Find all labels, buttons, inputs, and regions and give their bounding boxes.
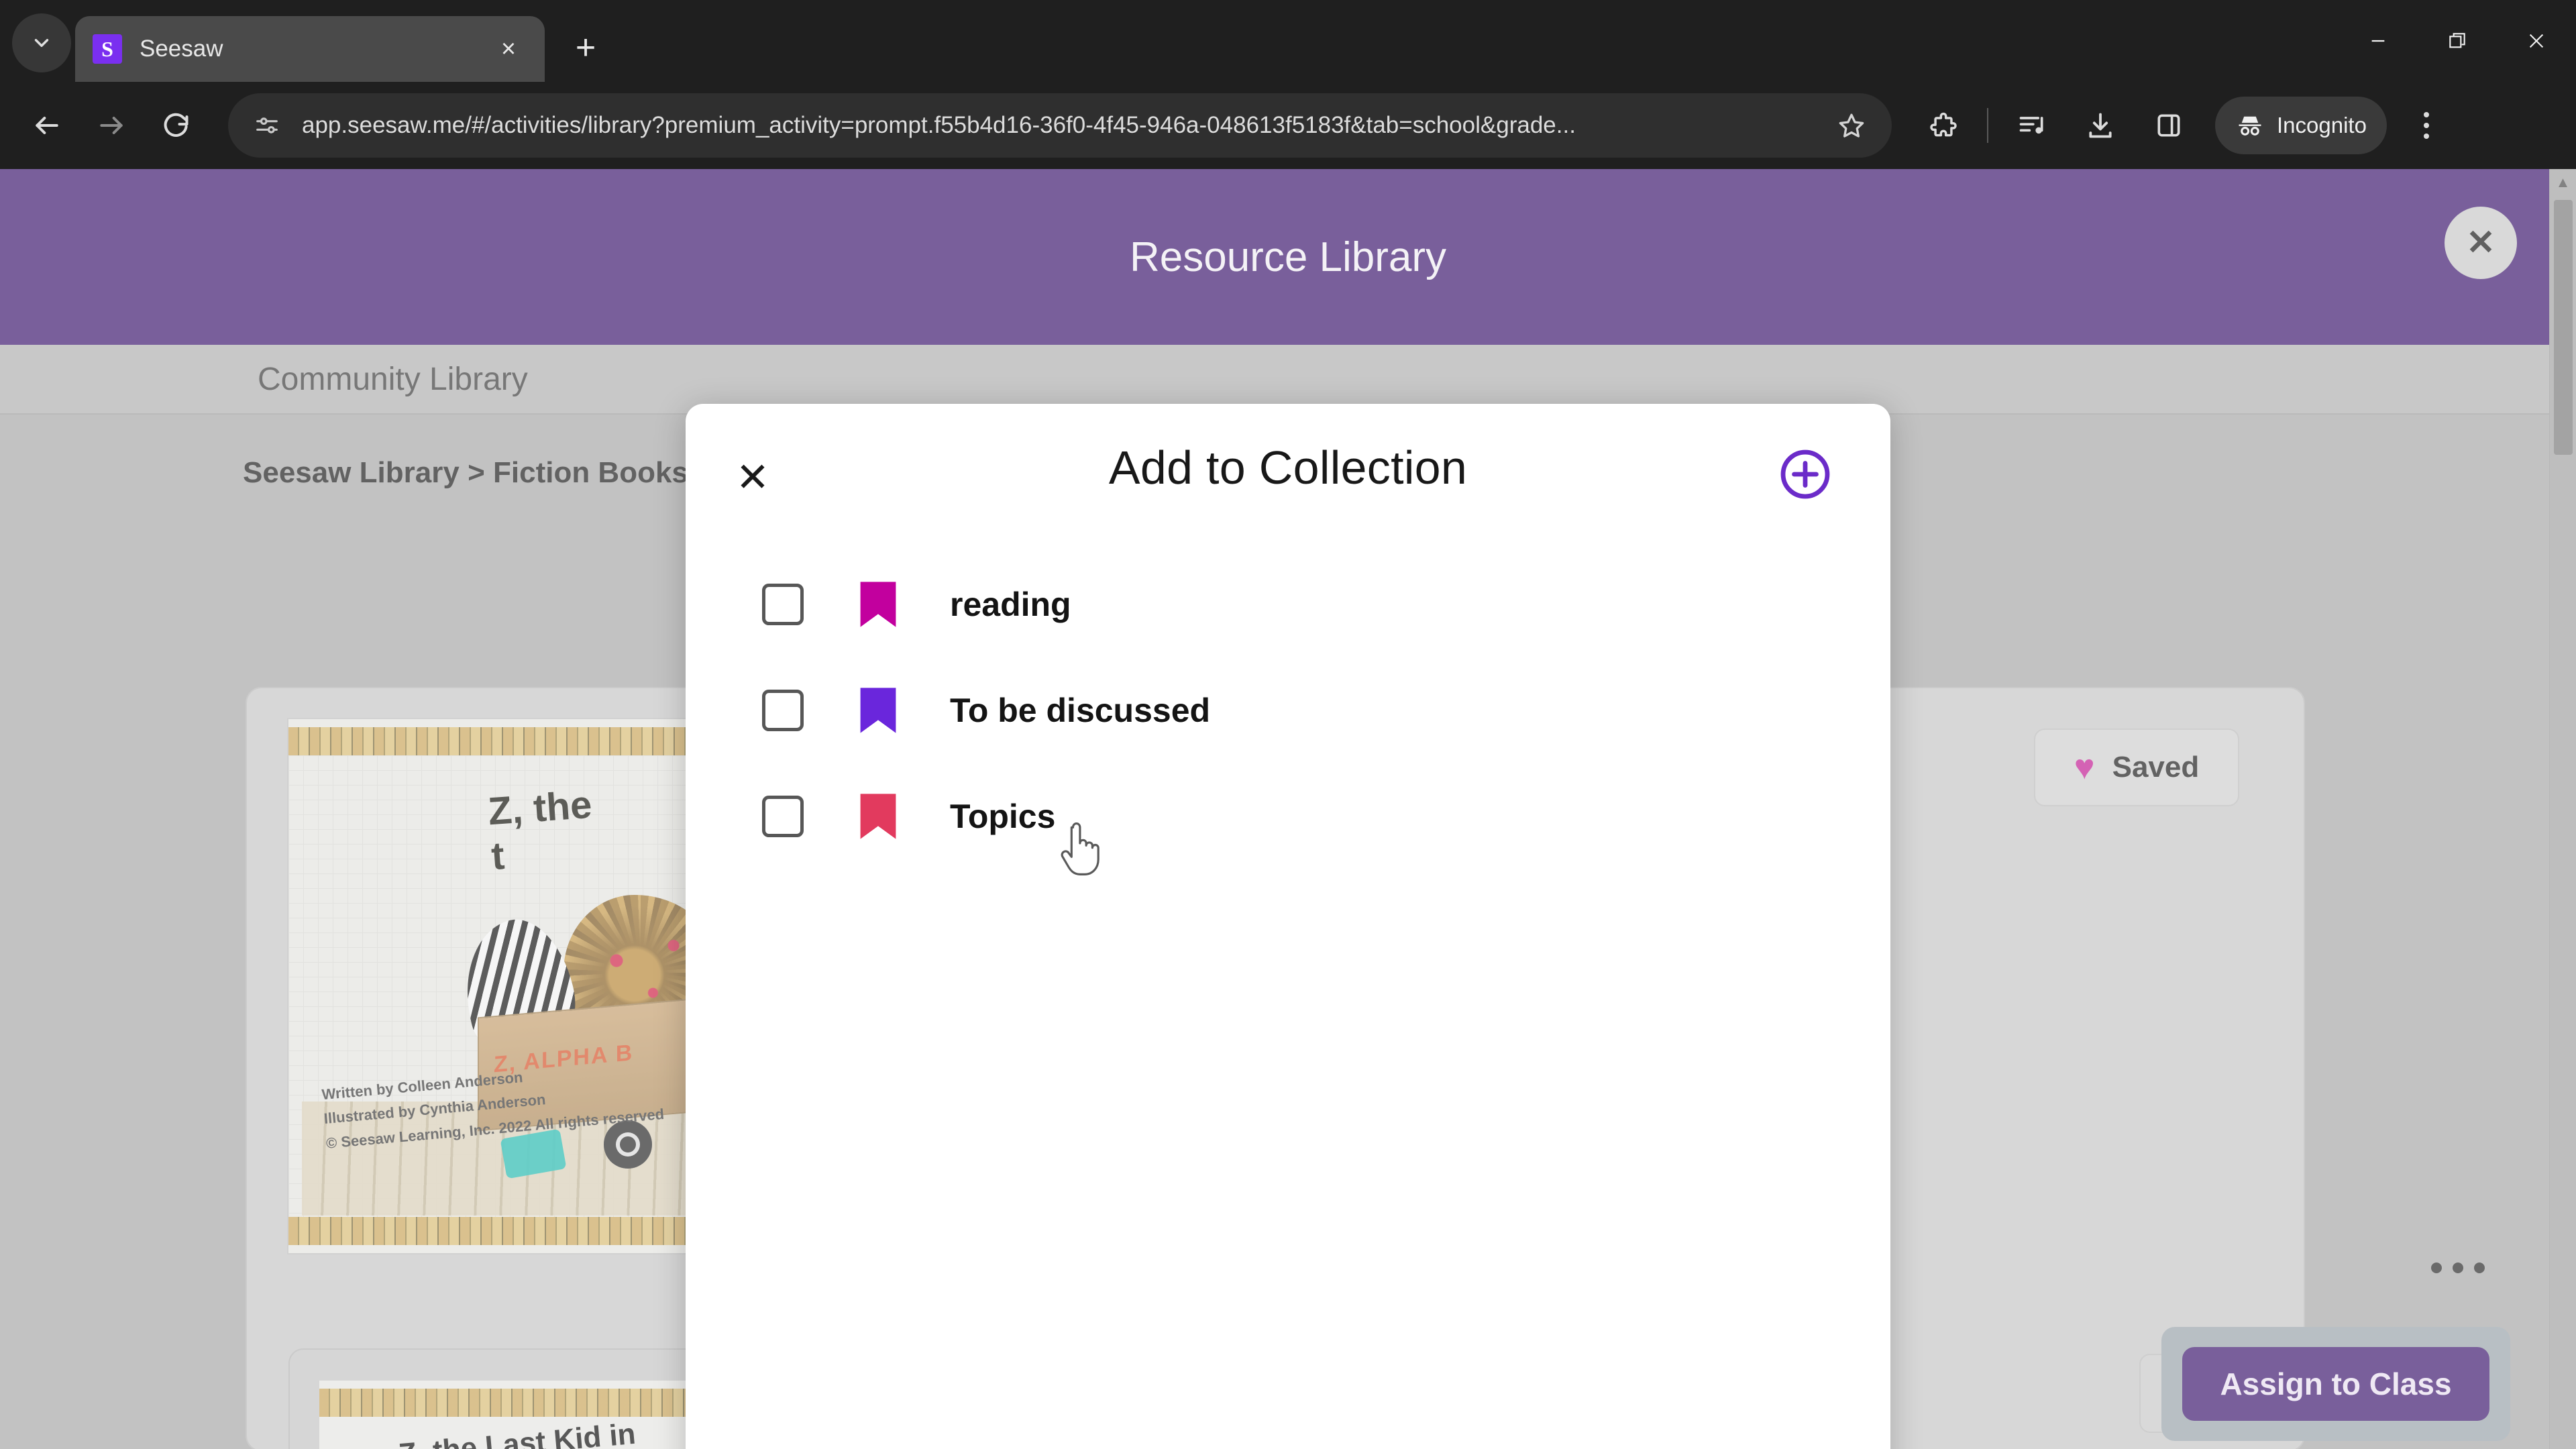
- menu-dot: [2423, 123, 2429, 128]
- modal-close-button[interactable]: ✕: [727, 452, 778, 503]
- incognito-icon: [2239, 116, 2261, 136]
- browser-tab-seesaw[interactable]: S Seesaw ×: [75, 16, 545, 82]
- tune-icon: [256, 117, 278, 133]
- collection-row-topics[interactable]: Topics: [686, 763, 1890, 869]
- bookmark-icon: [859, 686, 898, 735]
- bookmark-glyph: [860, 688, 896, 733]
- seesaw-app: Resource Library ✕ Community Library See…: [0, 169, 2576, 1449]
- downloads-button[interactable]: [2072, 97, 2129, 154]
- browser-menu-button[interactable]: [2398, 97, 2455, 154]
- checkbox-unchecked-icon[interactable]: [762, 584, 804, 625]
- minimize-icon: [2371, 40, 2385, 42]
- site-settings-button[interactable]: [250, 108, 284, 143]
- browser-toolbar: app.seesaw.me/#/activities/library?premi…: [0, 82, 2576, 169]
- menu-dot: [2423, 133, 2429, 139]
- bookmark-icon: [859, 580, 898, 629]
- menu-dot: [2423, 112, 2429, 117]
- incognito-label: Incognito: [2277, 113, 2367, 138]
- add-collection-button[interactable]: [1776, 445, 1834, 503]
- close-window-button[interactable]: [2497, 0, 2576, 82]
- tab-search-button[interactable]: [12, 13, 71, 72]
- profile-incognito-button[interactable]: Incognito: [2215, 97, 2387, 154]
- bookmark-glyph: [860, 582, 896, 627]
- url-text[interactable]: app.seesaw.me/#/activities/library?premi…: [302, 112, 1833, 139]
- forward-button[interactable]: [79, 93, 144, 158]
- collection-row-reading[interactable]: reading: [686, 551, 1890, 657]
- maximize-icon: [2449, 33, 2465, 48]
- extensions-button[interactable]: [1915, 97, 1972, 154]
- checkbox-unchecked-icon[interactable]: [762, 690, 804, 731]
- reload-icon: [164, 113, 189, 137]
- bookmark-icon: [859, 792, 898, 841]
- collection-list: reading To be discussed Topics: [686, 531, 1890, 869]
- tab-strip: S Seesaw × +: [0, 0, 2576, 82]
- extensions-icon: [1930, 112, 1957, 137]
- star-icon: [1839, 113, 1864, 138]
- modal-title: Add to Collection: [1108, 441, 1468, 494]
- bookmark-button[interactable]: [1833, 107, 1870, 144]
- chevron-down-icon: [34, 39, 49, 47]
- seesaw-favicon: S: [93, 34, 122, 64]
- arrow-left-icon: [36, 116, 58, 135]
- toolbar-divider: [1987, 108, 1988, 143]
- minimize-button[interactable]: [2339, 0, 2418, 82]
- maximize-button[interactable]: [2418, 0, 2497, 82]
- tab-close-button[interactable]: ×: [490, 30, 527, 68]
- side-panel-button[interactable]: [2140, 97, 2198, 154]
- new-tab-button[interactable]: +: [559, 21, 612, 74]
- media-control-icon: [2019, 117, 2043, 134]
- reload-button[interactable]: [144, 93, 208, 158]
- collection-row-to-be-discussed[interactable]: To be discussed: [686, 657, 1890, 763]
- window-controls: [2339, 0, 2576, 82]
- browser-window: S Seesaw × + app.seesaw.me/#/activities/…: [0, 0, 2576, 1449]
- checkbox-unchecked-icon[interactable]: [762, 796, 804, 837]
- modal-header: ✕ Add to Collection: [686, 404, 1890, 531]
- page-viewport: Resource Library ✕ Community Library See…: [0, 169, 2576, 1449]
- tab-title: Seesaw: [140, 36, 223, 62]
- download-icon: [2089, 113, 2112, 138]
- collection-label: To be discussed: [950, 692, 1211, 729]
- bookmark-glyph: [860, 794, 896, 839]
- side-panel-icon: [2157, 114, 2180, 137]
- back-button[interactable]: [15, 93, 79, 158]
- address-bar[interactable]: app.seesaw.me/#/activities/library?premi…: [228, 93, 1892, 158]
- media-control-button[interactable]: [2003, 97, 2061, 154]
- collection-label: Topics: [950, 798, 1056, 835]
- plus-circle-icon: [1780, 449, 1830, 499]
- close-icon: [2529, 34, 2544, 48]
- arrow-right-icon: [100, 116, 123, 135]
- add-to-collection-modal: ✕ Add to Collection reading To be discus…: [686, 404, 1890, 1449]
- collection-label: reading: [950, 586, 1071, 623]
